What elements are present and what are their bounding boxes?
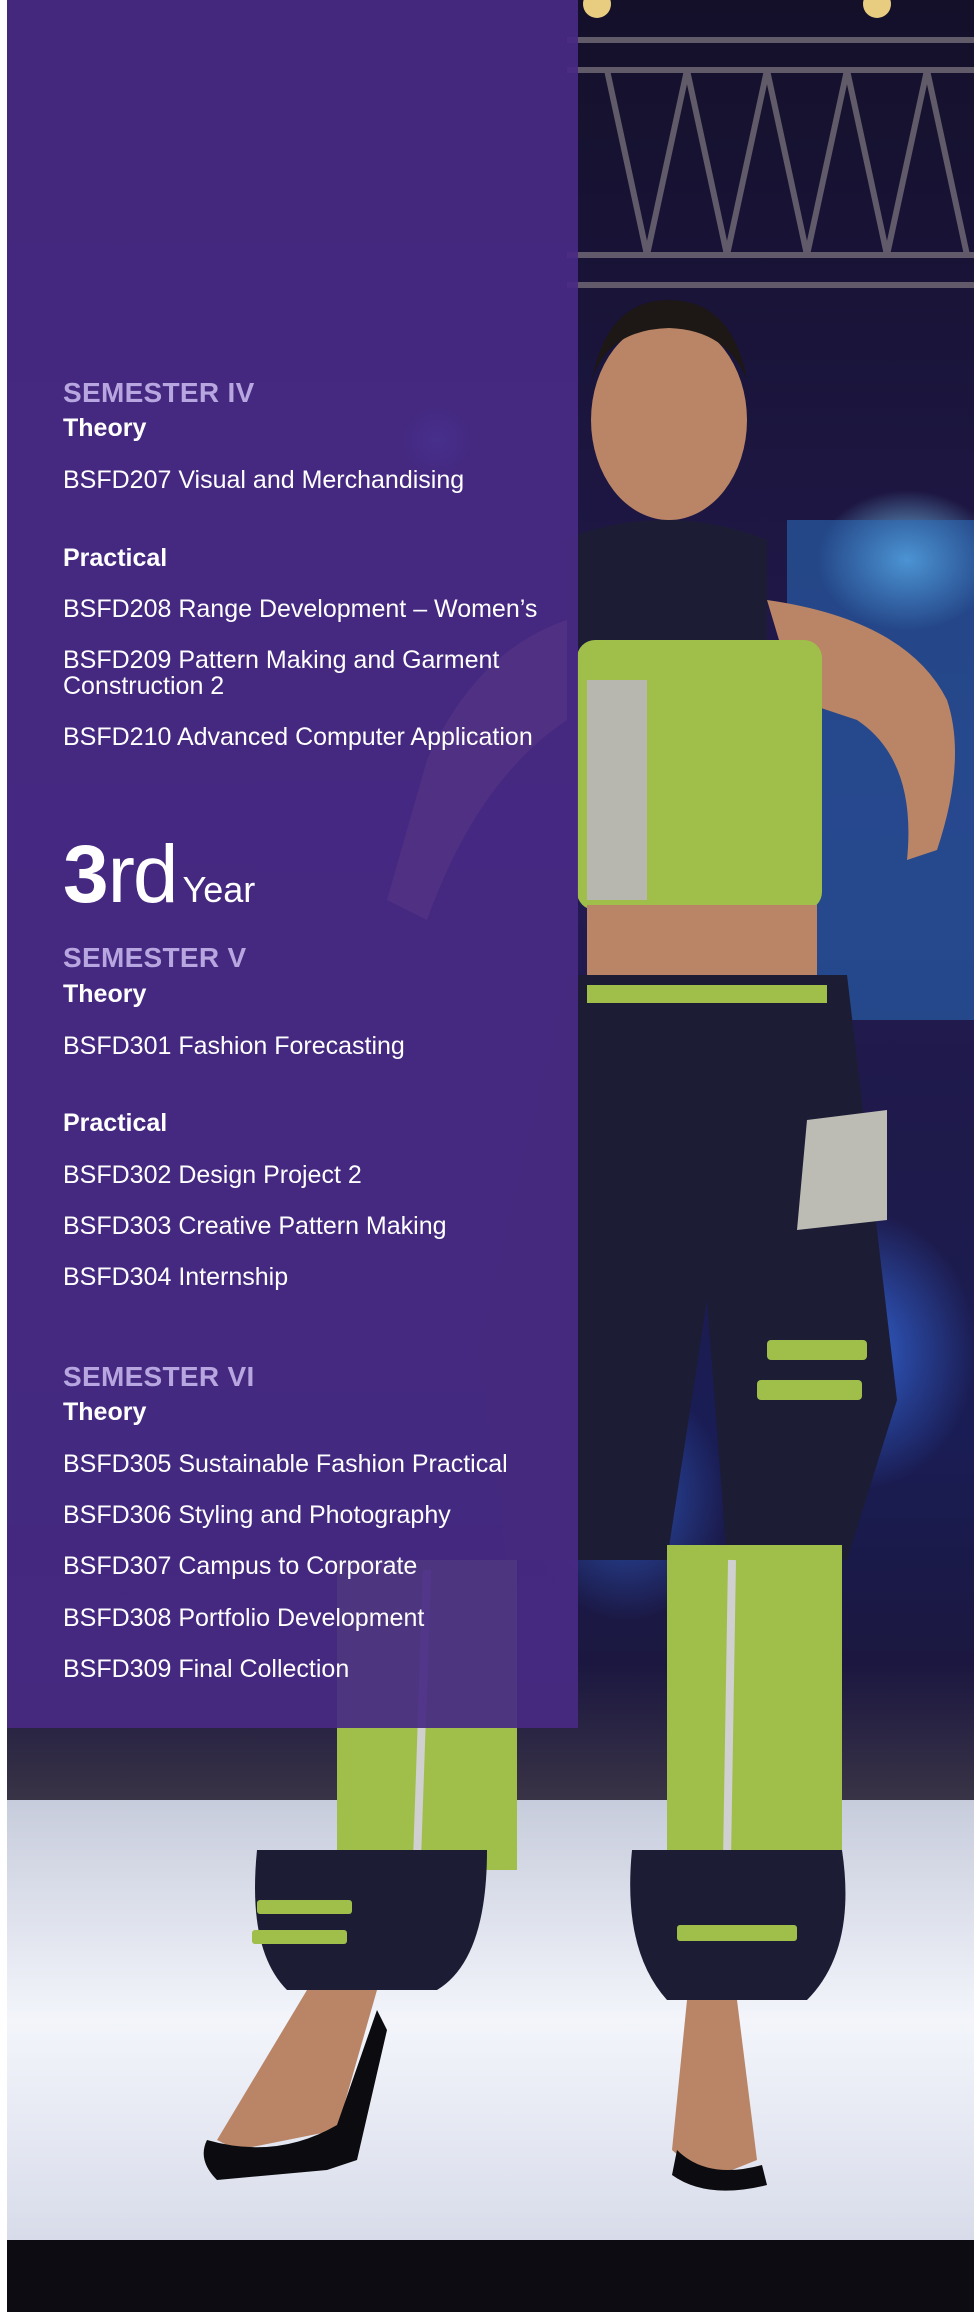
syllabus-panel: SEMESTER IV Theory BSFD207 Visual and Me… <box>7 0 578 1728</box>
course-item: BSFD309 Final Collection <box>63 1655 350 1683</box>
semester-v-practical-heading: Practical <box>63 1109 168 1137</box>
bottom-margin <box>0 2312 974 2321</box>
course-item: BSFD306 Styling and Photography <box>63 1501 451 1529</box>
course-item: BSFD302 Design Project 2 <box>63 1161 362 1189</box>
semester-vi-theory-heading: Theory <box>63 1398 147 1426</box>
course-item: BSFD208 Range Development – Women’s <box>63 595 538 623</box>
course-item: BSFD303 Creative Pattern Making <box>63 1212 447 1240</box>
course-item: BSFD207 Visual and Merchandising <box>63 466 465 494</box>
semester-iv-practical-heading: Practical <box>63 544 168 572</box>
year-heading: 3rd Year <box>63 828 255 922</box>
course-item: BSFD304 Internship <box>63 1263 289 1291</box>
course-item: BSFD307 Campus to Corporate <box>63 1552 418 1580</box>
course-item: BSFD210 Advanced Computer Application <box>63 723 533 751</box>
semester-v-theory-heading: Theory <box>63 980 147 1008</box>
course-item: BSFD308 Portfolio Development <box>63 1604 425 1632</box>
year-word: Year <box>182 869 256 910</box>
course-item: BSFD209 Pattern Making and Garment Const… <box>63 646 500 700</box>
semester-vi-title: SEMESTER VI <box>63 1361 255 1392</box>
course-item: BSFD305 Sustainable Fashion Practical <box>63 1450 508 1478</box>
semester-iv-theory-heading: Theory <box>63 414 147 442</box>
course-item: BSFD301 Fashion Forecasting <box>63 1032 405 1060</box>
year-number: 3 <box>63 829 109 920</box>
year-ordinal-suffix: rd <box>107 829 179 920</box>
semester-v-title: SEMESTER V <box>63 942 247 973</box>
semester-iv-title: SEMESTER IV <box>63 377 255 408</box>
